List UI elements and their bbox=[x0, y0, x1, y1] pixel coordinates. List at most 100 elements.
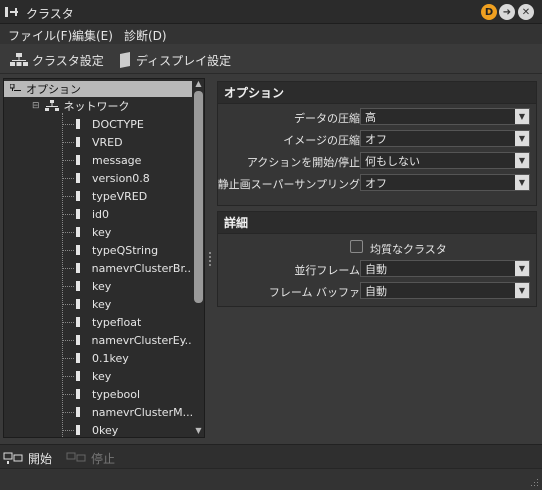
leaf-icon bbox=[76, 299, 80, 309]
leaf-icon bbox=[76, 389, 80, 399]
menu-file[interactable]: ファイル(F) bbox=[8, 27, 72, 44]
tree-leaf-label: version0.8 bbox=[92, 171, 150, 185]
tree-branch-line bbox=[62, 429, 74, 431]
property-dropdown[interactable]: 何もしない ▼ bbox=[360, 152, 530, 169]
tree-leaf-item[interactable]: namevrClusterEy... bbox=[62, 331, 192, 349]
monitors-icon bbox=[3, 452, 23, 464]
leaf-icon bbox=[76, 281, 80, 291]
property-label: 静止画スーパーサンプリング bbox=[217, 178, 360, 191]
chevron-down-icon[interactable]: ▼ bbox=[515, 283, 529, 298]
tree-leaf-item[interactable]: typefloat bbox=[62, 313, 192, 331]
tree-leaf-label: message bbox=[92, 153, 142, 167]
tree-branch-line bbox=[62, 213, 74, 215]
leaf-icon bbox=[76, 155, 80, 165]
tree-leaf-item[interactable]: version0.8 bbox=[62, 169, 192, 187]
scroll-up-icon[interactable]: ▲ bbox=[194, 80, 203, 88]
property-dropdown[interactable]: オフ ▼ bbox=[360, 174, 530, 191]
panel-splitter-handle[interactable] bbox=[209, 252, 212, 266]
d-badge-button[interactable]: D bbox=[481, 4, 497, 20]
property-dropdown[interactable]: オフ ▼ bbox=[360, 130, 530, 147]
collapse-icon[interactable]: ⊟ bbox=[32, 101, 40, 111]
leaf-icon bbox=[76, 191, 80, 201]
stop-button: 停止 bbox=[66, 450, 115, 467]
tree-scrollbar[interactable]: ▲ ▼ bbox=[193, 79, 204, 437]
tree-leaf-item[interactable]: key bbox=[62, 277, 192, 295]
uniform-cluster-row: 均質なクラスタ bbox=[218, 238, 536, 258]
uniform-cluster-label: 均質なクラスタ bbox=[370, 243, 447, 256]
tree-branch-line bbox=[62, 159, 74, 161]
tree-leaf-label: namevrClusterBr... bbox=[91, 261, 192, 275]
chevron-down-icon[interactable]: ▼ bbox=[515, 175, 529, 190]
property-label: フレーム バッファ bbox=[268, 286, 360, 299]
tree-leaf-item[interactable]: typeVRED bbox=[62, 187, 192, 205]
tree-leaf-item[interactable]: message bbox=[62, 151, 192, 169]
cluster-settings-button[interactable]: クラスタ設定 bbox=[10, 51, 104, 69]
tree-node-icon bbox=[10, 84, 21, 91]
options-tree[interactable]: オプション ⊟ ネットワーク DOCTYPE VRED message version… bbox=[3, 78, 205, 438]
tree-leaf-label: typebool bbox=[92, 387, 141, 401]
details-header: 詳細 bbox=[218, 212, 536, 234]
property-row: 並行フレーム 自動 ▼ bbox=[218, 259, 536, 279]
menu-bar: ファイル(F) 編集(E) 診断(D) bbox=[0, 24, 542, 44]
tree-leaf-label: DOCTYPE bbox=[92, 117, 144, 131]
dropdown-value: オフ bbox=[365, 132, 387, 146]
chevron-down-icon[interactable]: ▼ bbox=[515, 261, 529, 276]
start-button[interactable]: 開始 bbox=[3, 450, 52, 467]
tree-leaf-label: namevrClusterM... bbox=[91, 405, 192, 419]
tree-leaf-label: key bbox=[92, 297, 112, 311]
tree-branch-line bbox=[62, 375, 74, 377]
dropdown-value: オフ bbox=[365, 176, 387, 190]
tree-branch-line bbox=[62, 339, 74, 341]
tree-branch-line bbox=[62, 285, 74, 287]
arrow-right-icon[interactable]: ➜ bbox=[499, 4, 515, 20]
tree-root-options[interactable]: オプション bbox=[4, 81, 192, 97]
property-row: 静止画スーパーサンプリング オフ ▼ bbox=[218, 173, 536, 193]
tree-leaf-item[interactable]: id0 bbox=[62, 205, 192, 223]
property-label: イメージの圧縮 bbox=[283, 134, 360, 147]
tree-leaf-label: key bbox=[92, 225, 112, 239]
close-icon[interactable]: ✕ bbox=[518, 4, 534, 20]
tree-leaf-label: id0 bbox=[92, 207, 110, 221]
tree-leaf-item[interactable]: namevrClusterM... bbox=[62, 403, 192, 421]
tree-branch-line bbox=[62, 231, 74, 233]
network-icon bbox=[44, 100, 59, 111]
leaf-icon bbox=[76, 317, 80, 327]
details-group: 詳細 均質なクラスタ 並行フレーム 自動 ▼ フレーム バッファ 自動 ▼ bbox=[217, 211, 537, 307]
tree-leaf-item[interactable]: 0key bbox=[62, 421, 192, 437]
dropdown-value: 自動 bbox=[365, 262, 387, 276]
tree-leaf-item[interactable]: namevrClusterBr... bbox=[62, 259, 192, 277]
dropdown-value: 何もしない bbox=[365, 154, 420, 168]
leaf-icon bbox=[75, 263, 80, 273]
tree-leaf-label: key bbox=[92, 279, 112, 293]
tree-leaf-item[interactable]: typebool bbox=[62, 385, 192, 403]
property-dropdown[interactable]: 自動 ▼ bbox=[360, 260, 530, 277]
property-dropdown[interactable]: 自動 ▼ bbox=[360, 282, 530, 299]
tree-leaf-item[interactable]: key bbox=[62, 295, 192, 313]
chevron-down-icon[interactable]: ▼ bbox=[515, 153, 529, 168]
tree-leaf-item[interactable]: key bbox=[62, 223, 192, 241]
menu-diagnostics[interactable]: 診断(D) bbox=[124, 27, 167, 44]
leaf-icon bbox=[76, 137, 80, 147]
display-settings-button[interactable]: ディスプレイ設定 bbox=[118, 51, 231, 69]
tree-leaf-label: namevrClusterEy... bbox=[91, 333, 192, 347]
chevron-down-icon[interactable]: ▼ bbox=[515, 131, 529, 146]
leaf-icon bbox=[76, 209, 80, 219]
resize-grip-icon[interactable] bbox=[529, 477, 539, 487]
network-icon bbox=[10, 53, 28, 66]
tree-leaf-item[interactable]: key bbox=[62, 367, 192, 385]
chevron-down-icon[interactable]: ▼ bbox=[515, 109, 529, 124]
tree-leaf-label: typeQString bbox=[92, 243, 159, 257]
window-title: クラスタ bbox=[26, 7, 74, 21]
uniform-cluster-checkbox[interactable] bbox=[350, 240, 363, 253]
scroll-down-icon[interactable]: ▼ bbox=[194, 427, 203, 435]
tree-leaf-item[interactable]: DOCTYPE bbox=[62, 115, 192, 133]
tree-branch-line bbox=[62, 177, 74, 179]
property-row: イメージの圧縮 オフ ▼ bbox=[218, 129, 536, 149]
property-dropdown[interactable]: 高 ▼ bbox=[360, 108, 530, 125]
menu-edit[interactable]: 編集(E) bbox=[72, 27, 113, 44]
tree-leaf-item[interactable]: 0.1key bbox=[62, 349, 192, 367]
scroll-thumb[interactable] bbox=[194, 91, 203, 303]
tree-node-network[interactable]: ⊟ ネットワーク bbox=[32, 97, 130, 115]
tree-leaf-item[interactable]: VRED bbox=[62, 133, 192, 151]
tree-leaf-item[interactable]: typeQString bbox=[62, 241, 192, 259]
